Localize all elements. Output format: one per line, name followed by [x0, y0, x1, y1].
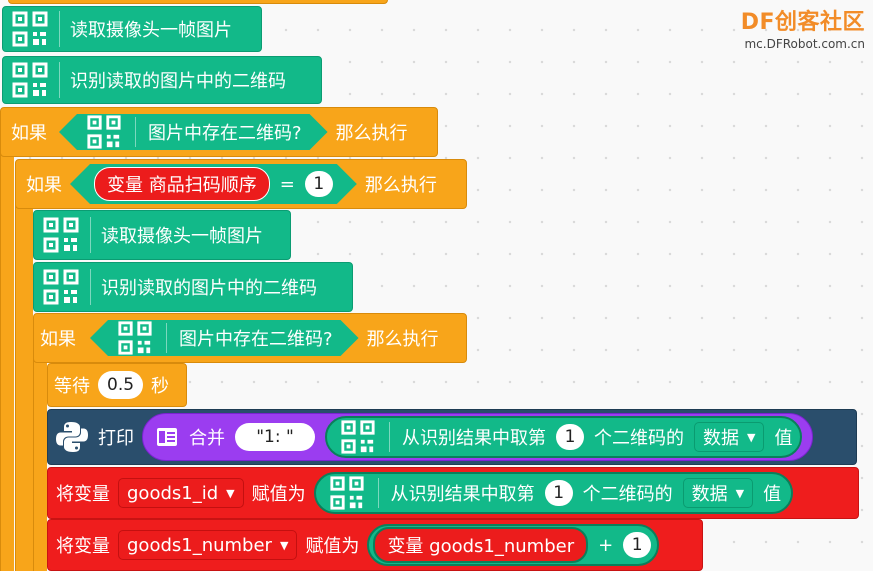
compare-value-input[interactable]: 1 [305, 171, 333, 197]
qr-exists-condition[interactable]: 图片中存在二维码? [90, 320, 359, 356]
print-label: 打印 [98, 428, 134, 449]
then-keyword: 那么执行 [364, 175, 437, 196]
if-block-1[interactable]: 如果 图片中存在二维码? 那么执行 [0, 107, 438, 157]
block-label: 读取摄像头一帧图片 [70, 20, 232, 41]
wait-label: 等待 [54, 376, 90, 397]
qr-exists-condition[interactable]: 图片中存在二维码? [59, 114, 328, 150]
dfrobot-watermark: DF创客社区 mc.DFRobot.com.cn [741, 4, 865, 51]
field-value: 数据 [691, 484, 728, 505]
qr-code-icon [11, 10, 49, 48]
identify-qr-block[interactable]: 识别读取的图片中的二维码 [2, 56, 322, 104]
nth-label: 个二维码的 [582, 484, 673, 505]
variable-reporter[interactable]: 变量 商品扫码顺序 [94, 167, 270, 201]
chevron-down-icon: ▼ [226, 486, 235, 500]
print-block[interactable]: 打印 合并 "1: " 从识别结果中取第 1 个二维码的 数据 ▼ 值 [47, 409, 857, 465]
string-input[interactable]: "1: " [235, 423, 315, 451]
condition-label: 图片中存在二维码? [148, 123, 302, 144]
separator [90, 217, 91, 253]
if-block-3[interactable]: 如果 图片中存在二维码? 那么执行 [33, 313, 467, 363]
if-block-3-arm [33, 357, 47, 571]
qr-index-input[interactable]: 1 [556, 424, 584, 450]
qr-code-icon [116, 319, 154, 357]
watermark-brand: DF创客社区 [740, 10, 865, 35]
qr-index-input[interactable]: 1 [544, 480, 573, 506]
equals-condition[interactable]: 变量 商品扫码顺序 = 1 [70, 164, 357, 204]
set-variable-block[interactable]: 将变量 goods1_id ▼ 赋值为 从识别结果中取第 1 个二维码的 数据 … [47, 467, 859, 519]
assign-label: 赋值为 [305, 536, 360, 557]
block-label: 读取摄像头一帧图片 [101, 226, 263, 247]
add-operator-reporter[interactable]: 变量 goods1_number + 1 [367, 524, 660, 566]
field-dropdown[interactable]: 数据 ▼ [682, 478, 754, 508]
from-label: 从识别结果中取第 [390, 484, 535, 505]
separator [135, 117, 136, 147]
set-label: 将变量 [56, 484, 110, 505]
equals-operator: = [279, 173, 295, 195]
if-block-2[interactable]: 如果 变量 商品扫码顺序 = 1 那么执行 [15, 159, 467, 209]
value-label: 值 [763, 484, 782, 505]
wait-seconds-input[interactable]: 0.5 [98, 371, 144, 399]
string-icon [155, 425, 179, 449]
variable-name: goods1_id [127, 482, 219, 504]
set-label: 将变量 [56, 536, 110, 557]
read-camera-frame-block[interactable]: 读取摄像头一帧图片 [33, 210, 291, 260]
chevron-down-icon: ▼ [747, 430, 756, 444]
separator [59, 62, 60, 98]
addend-input[interactable]: 1 [623, 532, 652, 558]
if-keyword: 如果 [26, 175, 62, 196]
qr-code-icon [42, 216, 80, 254]
set-variable-block[interactable]: 将变量 goods1_number ▼ 赋值为 变量 goods1_number… [47, 519, 703, 571]
qr-code-icon [42, 268, 80, 306]
plus-operator: + [598, 534, 614, 556]
qr-result-reporter[interactable]: 从识别结果中取第 1 个二维码的 数据 ▼ 值 [313, 472, 794, 514]
merge-reporter[interactable]: 合并 "1: " 从识别结果中取第 1 个二维码的 数据 ▼ 值 [142, 413, 814, 461]
chevron-down-icon: ▼ [735, 486, 745, 500]
variable-name: goods1_number [127, 534, 272, 556]
separator [59, 11, 60, 47]
separator [166, 323, 167, 353]
qr-code-icon [11, 61, 49, 99]
then-keyword: 那么执行 [335, 123, 408, 144]
then-keyword: 那么执行 [366, 329, 439, 350]
qr-result-reporter[interactable]: 从识别结果中取第 1 个二维码的 数据 ▼ 值 [325, 416, 803, 458]
if-block-2-arm [15, 204, 33, 571]
workspace-canvas[interactable]: 读取摄像头一帧图片 识别读取的图片中的二维码 如果 图片中存在二维码? 那么执行… [0, 0, 873, 571]
wait-unit: 秒 [151, 376, 170, 397]
python-icon [54, 419, 90, 455]
separator [389, 422, 390, 452]
field-dropdown[interactable]: 数据 ▼ [694, 422, 765, 452]
nth-label: 个二维码的 [594, 428, 684, 449]
chevron-down-icon: ▼ [279, 538, 289, 552]
if-block-1-arm [0, 150, 14, 571]
block-label: 识别读取的图片中的二维码 [70, 71, 286, 92]
separator [90, 269, 91, 305]
wait-block[interactable]: 等待 0.5 秒 [47, 363, 187, 407]
variable-dropdown[interactable]: goods1_number ▼ [118, 530, 298, 560]
merge-label: 合并 [189, 428, 225, 449]
if-keyword: 如果 [40, 329, 76, 350]
value-label: 值 [774, 428, 793, 449]
watermark-url: mc.DFRobot.com.cn [744, 37, 865, 51]
variable-reporter[interactable]: 变量 goods1_number [373, 527, 589, 563]
separator [377, 478, 379, 508]
field-value: 数据 [703, 428, 739, 449]
from-label: 从识别结果中取第 [402, 428, 546, 449]
qr-code-icon [339, 418, 377, 456]
qr-code-icon [85, 113, 123, 151]
block-label: 识别读取的图片中的二维码 [101, 278, 317, 299]
identify-qr-block[interactable]: 识别读取的图片中的二维码 [33, 262, 353, 312]
partial-block-top[interactable] [8, 0, 388, 4]
condition-label: 图片中存在二维码? [179, 329, 333, 350]
assign-label: 赋值为 [251, 484, 306, 505]
variable-dropdown[interactable]: goods1_id ▼ [118, 478, 244, 508]
qr-code-icon [328, 474, 366, 512]
if-keyword: 如果 [11, 123, 47, 144]
read-camera-frame-block[interactable]: 读取摄像头一帧图片 [2, 6, 262, 52]
